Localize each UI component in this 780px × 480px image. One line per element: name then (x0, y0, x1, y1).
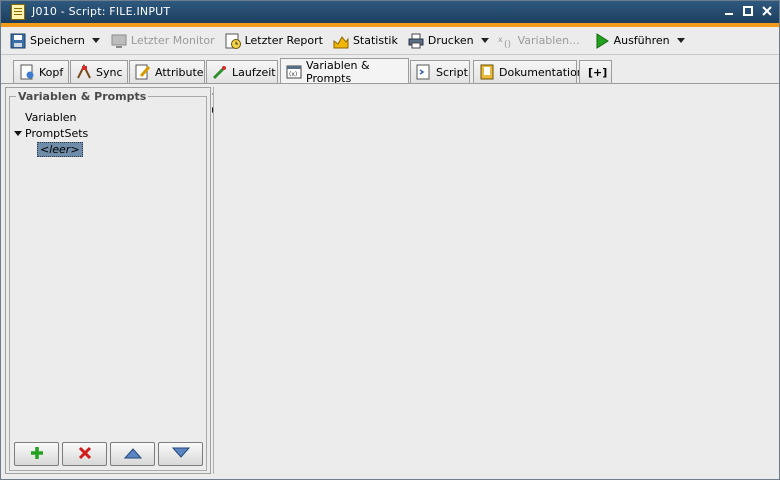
window-title: J010 - Script: FILE.INPUT (32, 5, 171, 18)
report-clock-icon (225, 33, 241, 49)
svg-text:(x): (x) (289, 71, 297, 78)
last-monitor-button[interactable]: Letzter Monitor (108, 29, 218, 53)
tab-baseline (0, 83, 780, 84)
statistics-chart-icon (333, 33, 349, 49)
tab-variablen-prompts[interactable]: (x) Variablen & Prompts (280, 58, 409, 85)
panel-title: Variablen & Prompts (16, 90, 149, 103)
tree-item-variablen[interactable]: Variablen (25, 109, 77, 125)
add-icon (29, 445, 45, 464)
expand-arrow-icon[interactable] (14, 130, 22, 136)
save-icon (10, 33, 26, 49)
add-button[interactable] (14, 442, 59, 466)
tab-label: Attribute (155, 65, 204, 79)
panel-group: Variablen & Prompts Variablen PromptSets… (9, 90, 207, 471)
detail-area (213, 87, 776, 474)
tab-kopf[interactable]: Kopf (13, 60, 69, 83)
move-up-icon (123, 447, 142, 462)
maximize-icon[interactable] (741, 4, 755, 18)
statistics-label: Statistik (352, 34, 398, 47)
variables-label: Variablen... (517, 34, 580, 47)
last-monitor-label: Letzter Monitor (130, 34, 215, 47)
toolbar: Speichern Letzter Monitor Letzter Report… (0, 27, 780, 55)
tree-item-label: <leer> (37, 141, 83, 157)
tab-label: Kopf (39, 65, 64, 79)
variables-button[interactable]: x() Variablen... (495, 29, 583, 53)
tab-label: Dokumentation (499, 65, 584, 79)
tree-item-label: PromptSets (25, 126, 89, 140)
minimize-icon[interactable] (722, 4, 736, 18)
tab-label: Sync (96, 65, 123, 79)
print-dropdown-arrow[interactable] (480, 38, 489, 43)
script-document-icon (11, 3, 25, 20)
execute-button[interactable]: Ausführen (591, 29, 673, 53)
print-button[interactable]: Drucken (405, 29, 477, 53)
tab-laufzeit[interactable]: Laufzeit (206, 60, 278, 83)
execute-label: Ausführen (613, 34, 670, 47)
svg-text:(): () (504, 40, 511, 49)
tab-attribute[interactable]: Attribute (129, 60, 205, 83)
add-tab-icon: [+] (588, 65, 608, 79)
move-up-button[interactable] (110, 442, 155, 466)
move-down-button[interactable] (158, 442, 203, 466)
attribute-icon (135, 64, 151, 80)
last-report-label: Letzter Report (244, 34, 323, 47)
delete-button[interactable] (62, 442, 107, 466)
tab-label: Laufzeit (232, 65, 276, 79)
documentation-icon (479, 64, 495, 80)
tab-add[interactable]: [+] (579, 60, 612, 83)
title-bar: J010 - Script: FILE.INPUT (0, 0, 780, 23)
tab-label: Variablen & Prompts (306, 58, 370, 85)
variables-icon: (x) (286, 64, 302, 80)
variables-xy-icon: x() (498, 33, 514, 50)
save-label: Speichern (30, 34, 85, 47)
tab-bar: Kopf Sync Attribute Laufzeit (x) Variabl… (0, 58, 780, 85)
printer-icon (408, 33, 424, 49)
header-icon (19, 64, 35, 80)
last-report-button[interactable]: Letzter Report (222, 29, 326, 53)
close-icon[interactable] (760, 4, 774, 18)
statistics-button[interactable]: Statistik (330, 29, 401, 53)
tab-label: Script (436, 65, 468, 79)
tree-item-promptsets[interactable]: PromptSets (14, 125, 88, 141)
script-icon (416, 64, 432, 80)
tab-dokumentation[interactable]: Dokumentation (473, 60, 584, 83)
tab-sync[interactable]: Sync (70, 60, 128, 83)
tree-item-label: Variablen (25, 110, 77, 124)
delete-icon (77, 445, 93, 464)
tab-script[interactable]: Script (410, 60, 470, 83)
save-button[interactable]: Speichern (7, 29, 88, 53)
play-icon (594, 32, 610, 49)
monitor-icon (111, 33, 127, 49)
variables-panel: Variablen & Prompts Variablen PromptSets… (5, 87, 211, 474)
runtime-icon (212, 64, 228, 80)
print-label: Drucken (427, 34, 474, 47)
save-dropdown-arrow[interactable] (91, 38, 100, 43)
tree-item-empty[interactable]: <leer> (37, 141, 83, 157)
execute-dropdown-arrow[interactable] (676, 38, 685, 43)
svg-text:x: x (498, 35, 503, 44)
move-down-icon (171, 447, 190, 462)
sync-icon (76, 63, 92, 80)
